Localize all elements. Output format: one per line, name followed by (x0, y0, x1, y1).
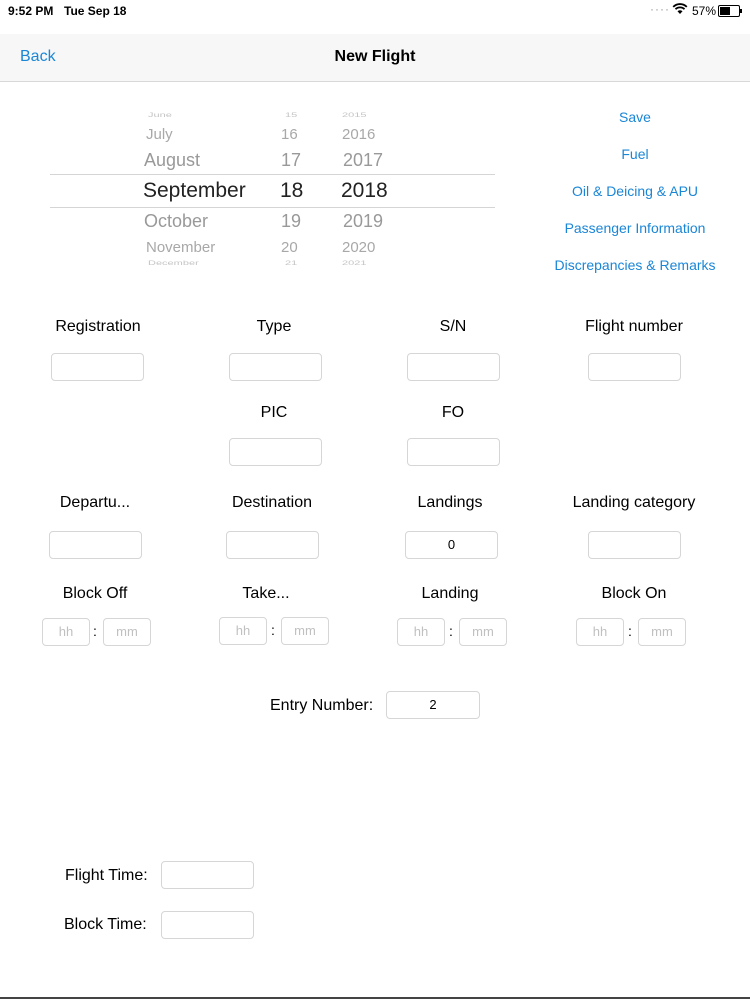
landing-minute-input[interactable]: mm (459, 618, 507, 646)
time-separator: : (93, 623, 97, 639)
block-time-label: Block Time: (64, 916, 147, 933)
sn-label: S/N (439, 318, 467, 335)
picker-year-item[interactable]: 2017 (343, 150, 383, 171)
landing-time-label: Landing (421, 585, 479, 602)
save-link[interactable]: Save (535, 109, 735, 125)
passenger-information-link[interactable]: Passenger Information (535, 220, 735, 236)
time-separator: : (449, 623, 453, 639)
signal-icon: ···· (650, 2, 670, 16)
picker-month-item[interactable]: December (148, 259, 199, 266)
picker-year-item[interactable]: 2021 (342, 259, 366, 266)
picker-day-item[interactable]: 16 (281, 126, 298, 143)
registration-input[interactable] (51, 353, 144, 381)
destination-label: Destination (231, 494, 313, 511)
entry-number-input[interactable]: 2 (386, 691, 480, 719)
picker-month-item[interactable]: October (144, 211, 208, 232)
block-off-minute-input[interactable]: mm (103, 618, 151, 646)
date-picker[interactable]: June July August September October Novem… (50, 100, 495, 275)
flight-number-label: Flight number (585, 318, 683, 335)
landing-category-label: Landing category (572, 494, 696, 511)
departure-label: Departu... (59, 494, 131, 511)
time-separator: : (271, 622, 275, 638)
pic-input[interactable] (229, 438, 322, 466)
block-off-hour-input[interactable]: hh (42, 618, 90, 646)
type-label: Type (256, 318, 292, 335)
block-off-label: Block Off (62, 585, 128, 602)
picker-selection-band (50, 174, 495, 208)
departure-input[interactable] (49, 531, 142, 559)
picker-year-item[interactable]: 2019 (343, 211, 383, 232)
flight-time-input[interactable] (161, 861, 254, 889)
status-date: Tue Sep 18 (64, 4, 127, 18)
picker-year-item[interactable]: 2015 (342, 111, 366, 118)
destination-input[interactable] (226, 531, 319, 559)
picker-day-item[interactable]: 15 (285, 111, 297, 118)
fo-input[interactable] (407, 438, 500, 466)
picker-day-item[interactable]: 20 (281, 239, 298, 256)
wifi-icon (672, 3, 688, 18)
picker-month-item[interactable]: July (146, 126, 173, 143)
picker-year-item[interactable]: 2020 (342, 239, 375, 256)
flight-number-input[interactable] (588, 353, 681, 381)
picker-year-item[interactable]: 2016 (342, 126, 375, 143)
registration-label: Registration (55, 318, 141, 335)
entry-number-label: Entry Number: (270, 697, 374, 714)
block-on-label: Block On (601, 585, 667, 602)
picker-day-item[interactable]: 19 (281, 211, 301, 232)
status-time: 9:52 PM (8, 4, 54, 18)
picker-month-selected[interactable]: September (143, 179, 246, 203)
type-input[interactable] (229, 353, 322, 381)
block-time-input[interactable] (161, 911, 254, 939)
picker-month-item[interactable]: June (148, 111, 172, 118)
battery-percent: 57% (692, 4, 717, 18)
picker-day-item[interactable]: 17 (281, 150, 301, 171)
landings-input[interactable]: 0 (405, 531, 498, 559)
status-bar: 9:52 PM Tue Sep 18 ···· 57% (0, 0, 750, 22)
takeoff-hour-input[interactable]: hh (219, 617, 267, 645)
landing-hour-input[interactable]: hh (397, 618, 445, 646)
picker-day-item[interactable]: 21 (285, 259, 297, 266)
picker-month-item[interactable]: November (146, 239, 215, 256)
fo-label: FO (441, 404, 465, 421)
oil-deicing-apu-link[interactable]: Oil & Deicing & APU (535, 183, 735, 199)
pic-label: PIC (260, 404, 288, 421)
battery-icon (718, 5, 742, 17)
sn-input[interactable] (407, 353, 500, 381)
takeoff-label: Take... (242, 585, 290, 602)
picker-year-selected[interactable]: 2018 (341, 179, 388, 203)
takeoff-minute-input[interactable]: mm (281, 617, 329, 645)
picker-day-selected[interactable]: 18 (280, 179, 303, 203)
page-title: New Flight (334, 48, 416, 65)
navigation-bar: Back New Flight (0, 34, 750, 82)
flight-time-label: Flight Time: (65, 867, 148, 884)
block-on-hour-input[interactable]: hh (576, 618, 624, 646)
landings-label: Landings (417, 494, 483, 511)
time-separator: : (628, 623, 632, 639)
picker-month-item[interactable]: August (144, 150, 200, 171)
fuel-link[interactable]: Fuel (535, 146, 735, 162)
landing-category-input[interactable] (588, 531, 681, 559)
block-on-minute-input[interactable]: mm (638, 618, 686, 646)
discrepancies-remarks-link[interactable]: Discrepancies & Remarks (535, 257, 735, 273)
bottom-divider (0, 997, 750, 999)
